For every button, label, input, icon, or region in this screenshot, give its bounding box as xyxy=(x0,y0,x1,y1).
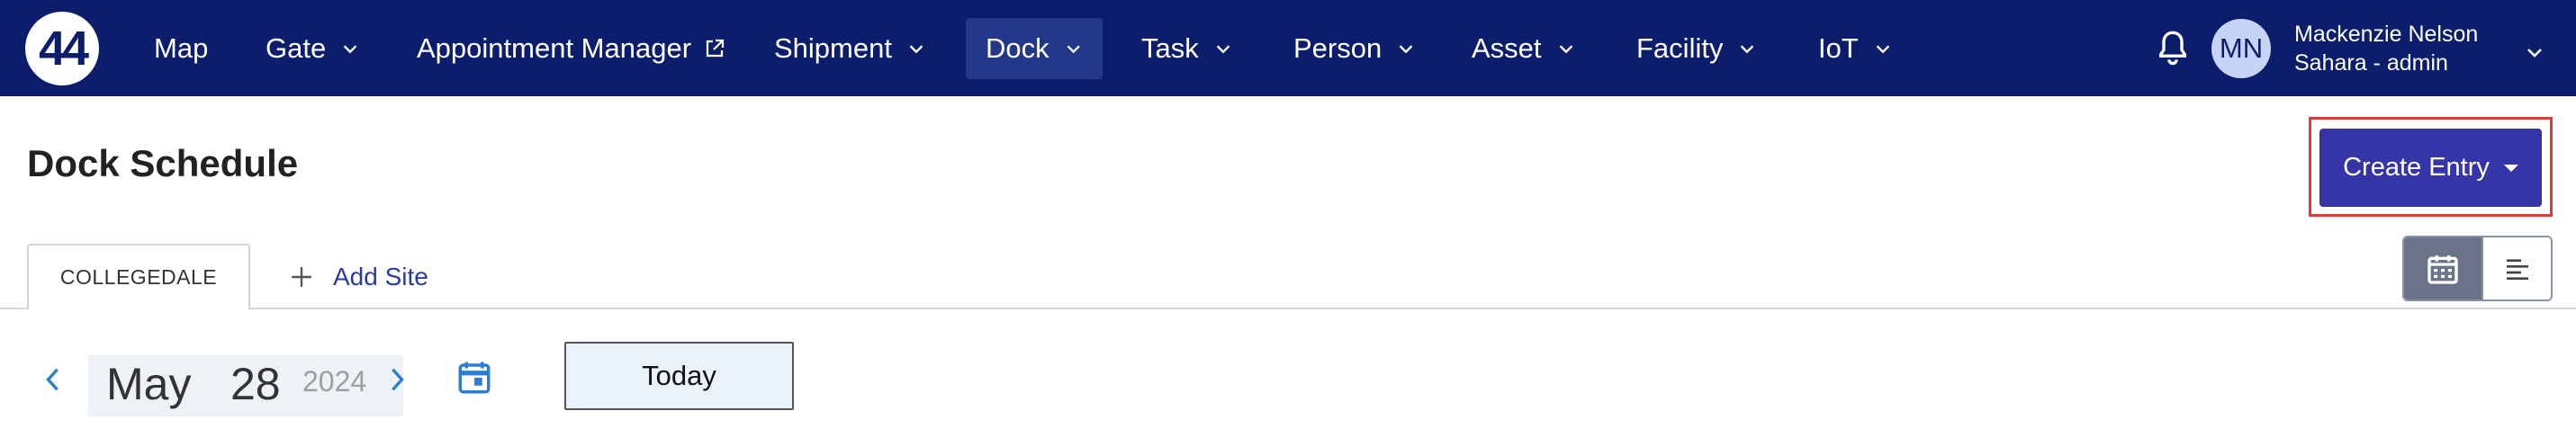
tab-divider xyxy=(0,308,2576,309)
tab-active-gap xyxy=(29,308,248,310)
nav-item-person[interactable]: Person xyxy=(1274,18,1436,79)
nav-item-label: Gate xyxy=(266,32,327,64)
nav-item-asset[interactable]: Asset xyxy=(1452,18,1596,79)
nav-item-label: Person xyxy=(1293,32,1383,64)
caret-down-icon xyxy=(2503,164,2518,172)
nav-item-label: Map xyxy=(154,32,209,64)
view-toggle xyxy=(2402,236,2553,301)
chevron-down-icon xyxy=(909,45,923,54)
chevron-down-icon xyxy=(1067,45,1080,54)
tab-site-label: COLLEGEDALE xyxy=(59,265,218,289)
calendar-view-icon xyxy=(2427,255,2458,284)
plus-icon xyxy=(292,267,311,287)
date-day[interactable]: 28 xyxy=(230,358,281,410)
today-label: Today xyxy=(642,360,716,391)
nav-item-label: IoT xyxy=(1818,32,1859,64)
chevron-left-icon[interactable] xyxy=(40,363,65,396)
add-site-label: Add Site xyxy=(333,263,428,290)
top-nav: 44 Map Gate Appointment Manager Shipment… xyxy=(0,0,2576,96)
add-site-button[interactable]: Add Site xyxy=(290,259,428,295)
chevron-down-icon[interactable] xyxy=(2524,41,2545,63)
calendar-icon[interactable] xyxy=(455,358,493,398)
external-link-icon xyxy=(706,39,725,58)
date-month[interactable]: May xyxy=(106,358,191,410)
nav-item-label: Dock xyxy=(986,32,1049,64)
nav-item-label: Facility xyxy=(1636,32,1724,64)
tab-site-collegedale[interactable]: COLLEGEDALE xyxy=(27,244,250,309)
nav-item-facility[interactable]: Facility xyxy=(1617,18,1777,79)
nav-item-label: Task xyxy=(1141,32,1199,64)
nav-item-iot[interactable]: IoT xyxy=(1798,18,1913,79)
user-role[interactable]: Sahara - admin xyxy=(2294,50,2448,76)
chevron-down-icon xyxy=(343,45,357,54)
chevron-down-icon xyxy=(1216,45,1230,54)
nav-item-label: Asset xyxy=(1472,32,1542,64)
bell-icon[interactable] xyxy=(2155,28,2191,67)
list-view-icon xyxy=(2506,258,2528,280)
avatar[interactable]: MN xyxy=(2211,19,2271,78)
nav-item-shipment[interactable]: Shipment xyxy=(754,18,946,79)
date-year[interactable]: 2024 xyxy=(302,365,366,398)
nav-item-dock[interactable]: Dock xyxy=(966,18,1103,79)
today-button[interactable]: Today xyxy=(564,342,794,410)
chevron-down-icon xyxy=(1559,45,1572,54)
chevron-down-icon xyxy=(1399,45,1413,54)
nav-item-gate[interactable]: Gate xyxy=(246,18,380,79)
nav-item-label: Shipment xyxy=(774,32,892,64)
calendar-view-button[interactable] xyxy=(2404,237,2481,299)
user-name[interactable]: Mackenzie Nelson xyxy=(2294,22,2478,48)
nav-item-appointment-manager[interactable]: Appointment Manager xyxy=(397,18,745,79)
create-entry-button[interactable]: Create Entry xyxy=(2319,129,2542,207)
create-entry-label: Create Entry xyxy=(2343,153,2490,182)
nav-item-map[interactable]: Map xyxy=(134,18,228,79)
logo-text: 44 xyxy=(38,22,89,76)
nav-item-label: Appointment Manager xyxy=(417,32,692,64)
page-title: Dock Schedule xyxy=(27,142,299,184)
list-view-button[interactable] xyxy=(2481,237,2551,299)
chevron-down-icon xyxy=(1876,45,1890,54)
logo[interactable]: 44 xyxy=(25,12,99,85)
chevron-down-icon xyxy=(1741,45,1754,54)
chevron-right-icon[interactable] xyxy=(385,363,410,396)
nav-item-task[interactable]: Task xyxy=(1121,18,1253,79)
